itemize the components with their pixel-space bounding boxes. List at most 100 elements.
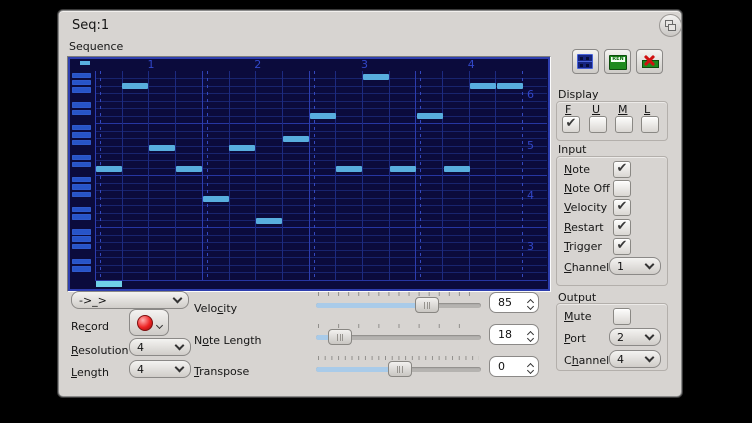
grid-line-v: [255, 71, 256, 280]
output-channel-label: Channel: [564, 354, 609, 367]
output-port-value: 2: [617, 331, 624, 344]
note-bar[interactable]: [336, 166, 362, 172]
note-bar[interactable]: [176, 166, 202, 172]
sequence-grid[interactable]: 12346543: [67, 56, 551, 292]
piano-key: [72, 177, 91, 183]
grid-line-h: [95, 78, 547, 79]
duplicate-sequence-button[interactable]: [572, 49, 599, 74]
input-note-off-checkbox[interactable]: [613, 180, 631, 197]
slider-track[interactable]: [316, 303, 481, 308]
transpose-slider[interactable]: [316, 356, 481, 378]
record-label: Record: [71, 320, 109, 333]
grid-line-h: [95, 272, 547, 273]
grid-line-v: [95, 71, 96, 280]
float-window-button[interactable]: [659, 14, 682, 37]
length-value: 4: [137, 363, 144, 376]
length-label: Length: [71, 366, 109, 379]
slider-fill: [316, 367, 399, 372]
velocity-spinbox[interactable]: 85: [489, 292, 539, 313]
piano-key: [72, 140, 91, 146]
display-mode-m-label: M: [618, 103, 628, 116]
grid-line-v: [148, 71, 149, 280]
velocity-slider[interactable]: [316, 292, 481, 314]
input-channel-select[interactable]: 1: [609, 257, 661, 275]
note-bar[interactable]: [122, 83, 148, 89]
grid-line-v: [309, 71, 310, 280]
grid-line-v: [495, 71, 496, 280]
pattern-value: ->_>: [79, 294, 107, 307]
note-bar[interactable]: [310, 113, 336, 119]
beat-label: 2: [250, 58, 266, 71]
playback-cursor: [96, 281, 122, 287]
output-mute-checkbox[interactable]: [613, 308, 631, 325]
input-velocity-checkbox[interactable]: ✔: [613, 199, 631, 216]
input-restart-label: Restart: [564, 221, 604, 234]
display-mode-f-checkbox[interactable]: ✔: [562, 116, 580, 133]
display-mode-u-label: U: [592, 103, 600, 116]
note-bar[interactable]: [203, 196, 229, 202]
delete-sequence-button[interactable]: [636, 49, 663, 74]
display-mode-l-checkbox[interactable]: [641, 116, 659, 133]
grid-line-v: [522, 71, 523, 280]
octave-line-h: [95, 123, 547, 124]
grid-line-v: [389, 71, 390, 280]
rename-sequence-button[interactable]: REN: [604, 49, 631, 74]
grid-line-h: [95, 227, 547, 228]
display-mode-m-checkbox[interactable]: [615, 116, 633, 133]
note-bar[interactable]: [256, 218, 282, 224]
note-bar[interactable]: [417, 113, 443, 119]
slider-ticks: [318, 324, 479, 328]
octave-line-h: [95, 227, 547, 228]
octave-label: 6: [527, 88, 541, 101]
input-trigger-checkbox[interactable]: ✔: [613, 238, 631, 255]
grid-line-h: [95, 235, 547, 236]
slider-handle[interactable]: [415, 297, 439, 313]
rename-icon: REN: [609, 55, 627, 70]
output-channel-select[interactable]: 4: [609, 350, 661, 368]
note-bar[interactable]: [470, 83, 496, 89]
note-bar[interactable]: [497, 83, 523, 89]
grid-line-v: [335, 71, 336, 280]
grid-line-v: [469, 71, 470, 280]
note-bar[interactable]: [96, 166, 122, 172]
velocity-label: Velocity: [194, 302, 237, 315]
note-bar[interactable]: [363, 74, 389, 80]
output-port-select[interactable]: 2: [609, 328, 661, 346]
note-bar[interactable]: [390, 166, 416, 172]
note-bar[interactable]: [444, 166, 470, 172]
grid-line-h: [95, 108, 547, 109]
transpose-spinbox[interactable]: 0: [489, 356, 539, 377]
grid-line-v: [207, 71, 208, 280]
octave-line-h: [95, 175, 547, 176]
grid-line-h: [95, 257, 547, 258]
length-select[interactable]: 4: [129, 360, 191, 378]
pattern-select[interactable]: ->_>: [71, 291, 189, 309]
piano-key: [72, 73, 91, 79]
input-restart-checkbox[interactable]: ✔: [613, 219, 631, 236]
note-bar[interactable]: [229, 145, 255, 151]
input-note-off-label: Note Off: [564, 182, 610, 195]
piano-key: [72, 132, 91, 138]
slider-handle[interactable]: [388, 361, 412, 377]
note-length-spinbox[interactable]: 18: [489, 324, 539, 345]
grid-line-v: [282, 71, 283, 280]
input-trigger-label: Trigger: [564, 240, 602, 253]
display-mode-u-checkbox[interactable]: [589, 116, 607, 133]
note-bar[interactable]: [149, 145, 175, 151]
slider-handle[interactable]: [328, 329, 352, 345]
grid-line-h: [95, 213, 547, 214]
resolution-select[interactable]: 4: [129, 338, 191, 356]
record-button[interactable]: [129, 309, 169, 336]
grid-line-h: [95, 220, 547, 221]
grid-line-v: [100, 71, 101, 280]
grid-line-v: [229, 71, 230, 280]
piano-key: [72, 184, 91, 190]
note-length-slider[interactable]: [316, 324, 481, 346]
restore-icon: [668, 24, 676, 31]
piano-key: [72, 110, 91, 116]
grid-line-v: [314, 71, 315, 280]
output-port-label: Port: [564, 332, 586, 345]
input-note-label: Note: [564, 163, 590, 176]
note-bar[interactable]: [283, 136, 309, 142]
input-note-checkbox[interactable]: ✔: [613, 161, 631, 178]
